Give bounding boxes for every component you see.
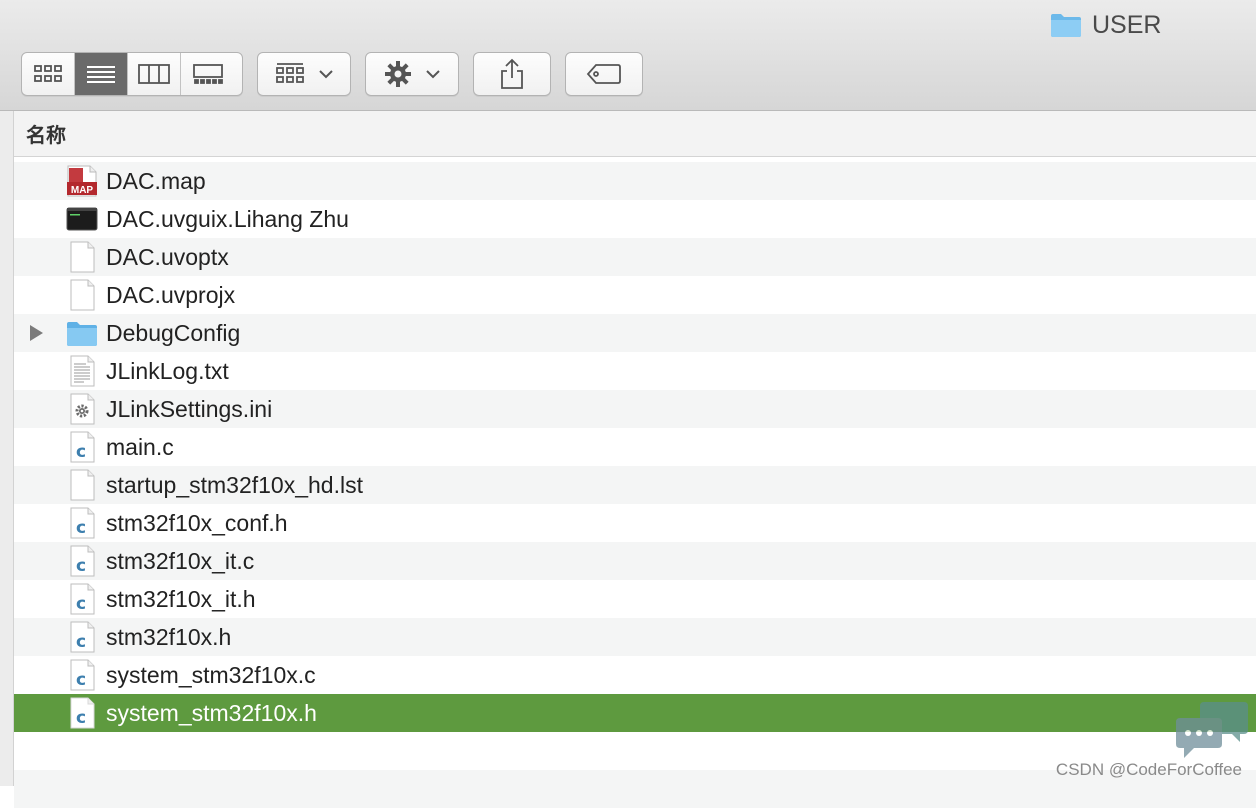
file-name: stm32f10x_it.h — [106, 586, 256, 612]
svg-text:c: c — [76, 556, 86, 576]
svg-text:c: c — [76, 632, 86, 652]
folder-icon — [1051, 14, 1081, 37]
list-item[interactable]: JLinkLog.txt — [14, 352, 1256, 390]
c-file-icon: c — [70, 545, 95, 577]
file-name: DebugConfig — [106, 320, 241, 346]
list-item[interactable]: DAC.uvoptx — [14, 238, 1256, 276]
file-name: stm32f10x_it.c — [106, 548, 255, 574]
file-name: stm32f10x_conf.h — [106, 510, 288, 536]
list-item-selected[interactable]: c system_stm32f10x.h — [14, 694, 1256, 732]
window-title-text: USER — [1092, 10, 1162, 39]
terminal-file-icon — [66, 207, 98, 231]
list-item[interactable]: c stm32f10x_it.c — [14, 542, 1256, 580]
file-name: DAC.uvprojx — [106, 282, 236, 308]
svg-text:c: c — [76, 708, 86, 728]
columns-icon — [138, 64, 170, 84]
file-name: startup_stm32f10x_hd.lst — [106, 472, 363, 498]
svg-text:c: c — [76, 442, 86, 462]
sidebar-edge — [0, 111, 14, 786]
svg-text:c: c — [76, 518, 86, 538]
list-item[interactable]: DebugConfig — [14, 314, 1256, 352]
svg-text:c: c — [76, 670, 86, 690]
list-item[interactable]: c stm32f10x_it.h — [14, 580, 1256, 618]
list-item[interactable]: MAP DAC.map — [14, 162, 1256, 200]
list-item[interactable]: c main.c — [14, 428, 1256, 466]
map-file-icon: MAP — [67, 165, 97, 197]
action-button[interactable] — [365, 52, 459, 96]
view-mode-control — [21, 52, 243, 96]
file-name: JLinkSettings.ini — [106, 396, 273, 422]
settings-file-icon — [70, 393, 95, 425]
list-item[interactable]: JLinkSettings.ini — [14, 390, 1256, 428]
share-button[interactable] — [473, 52, 551, 96]
svg-text:MAP: MAP — [71, 185, 94, 196]
c-file-icon: c — [70, 621, 95, 653]
tag-button[interactable] — [565, 52, 643, 96]
chevron-down-icon — [319, 70, 333, 79]
group-by-button[interactable] — [257, 52, 351, 96]
chevron-down-icon — [426, 70, 440, 79]
file-name: main.c — [106, 434, 174, 460]
text-file-icon — [70, 355, 95, 387]
c-file-icon: c — [70, 659, 95, 691]
file-name: DAC.uvguix.Lihang Zhu — [106, 206, 349, 232]
svg-text:c: c — [76, 594, 86, 614]
share-icon — [501, 58, 523, 89]
gear-icon — [385, 61, 411, 87]
blank-file-icon — [70, 469, 95, 501]
list-item[interactable]: c stm32f10x.h — [14, 618, 1256, 656]
grid-icon — [34, 65, 62, 82]
file-name: system_stm32f10x.c — [106, 662, 316, 688]
gallery-icon — [192, 64, 223, 84]
tag-icon — [586, 64, 621, 84]
list-item[interactable]: startup_stm32f10x_hd.lst — [14, 466, 1256, 504]
file-name: JLinkLog.txt — [106, 358, 229, 384]
list-view-button[interactable] — [75, 53, 128, 95]
file-name: stm32f10x.h — [106, 624, 232, 650]
column-header-label: 名称 — [26, 125, 66, 147]
list-item[interactable]: c stm32f10x_conf.h — [14, 504, 1256, 542]
list-item[interactable]: DAC.uvguix.Lihang Zhu — [14, 200, 1256, 238]
c-file-icon: c — [70, 583, 95, 615]
c-file-icon: c — [70, 431, 95, 463]
c-file-icon: c — [70, 507, 95, 539]
column-header-name[interactable]: 名称 — [14, 111, 1256, 157]
file-name: system_stm32f10x.h — [106, 700, 317, 726]
window-title: USER — [1050, 10, 1161, 40]
icon-view-button[interactable] — [22, 53, 75, 95]
file-name: DAC.map — [106, 168, 206, 194]
blank-file-icon — [70, 241, 95, 273]
list-item[interactable]: c system_stm32f10x.c — [14, 656, 1256, 694]
gallery-view-button[interactable] — [181, 53, 234, 95]
toolbar: USER — [0, 0, 1256, 111]
list-icon — [87, 66, 115, 83]
list-item[interactable]: DAC.uvprojx — [14, 276, 1256, 314]
disclosure-triangle-icon[interactable] — [30, 325, 43, 341]
watermark: CSDN @CodeForCoffee — [1055, 760, 1242, 779]
column-view-button[interactable] — [128, 53, 181, 95]
file-name: DAC.uvoptx — [106, 244, 229, 270]
blank-file-icon — [70, 279, 95, 311]
file-list: MAP DAC.map DAC.uvguix.Lihang Zhu DAC.uv… — [14, 162, 1256, 808]
folder-icon — [67, 322, 97, 346]
chat-bubble-icon — [1176, 702, 1248, 758]
c-file-icon: c — [70, 697, 95, 729]
group-grid-icon — [276, 63, 304, 83]
